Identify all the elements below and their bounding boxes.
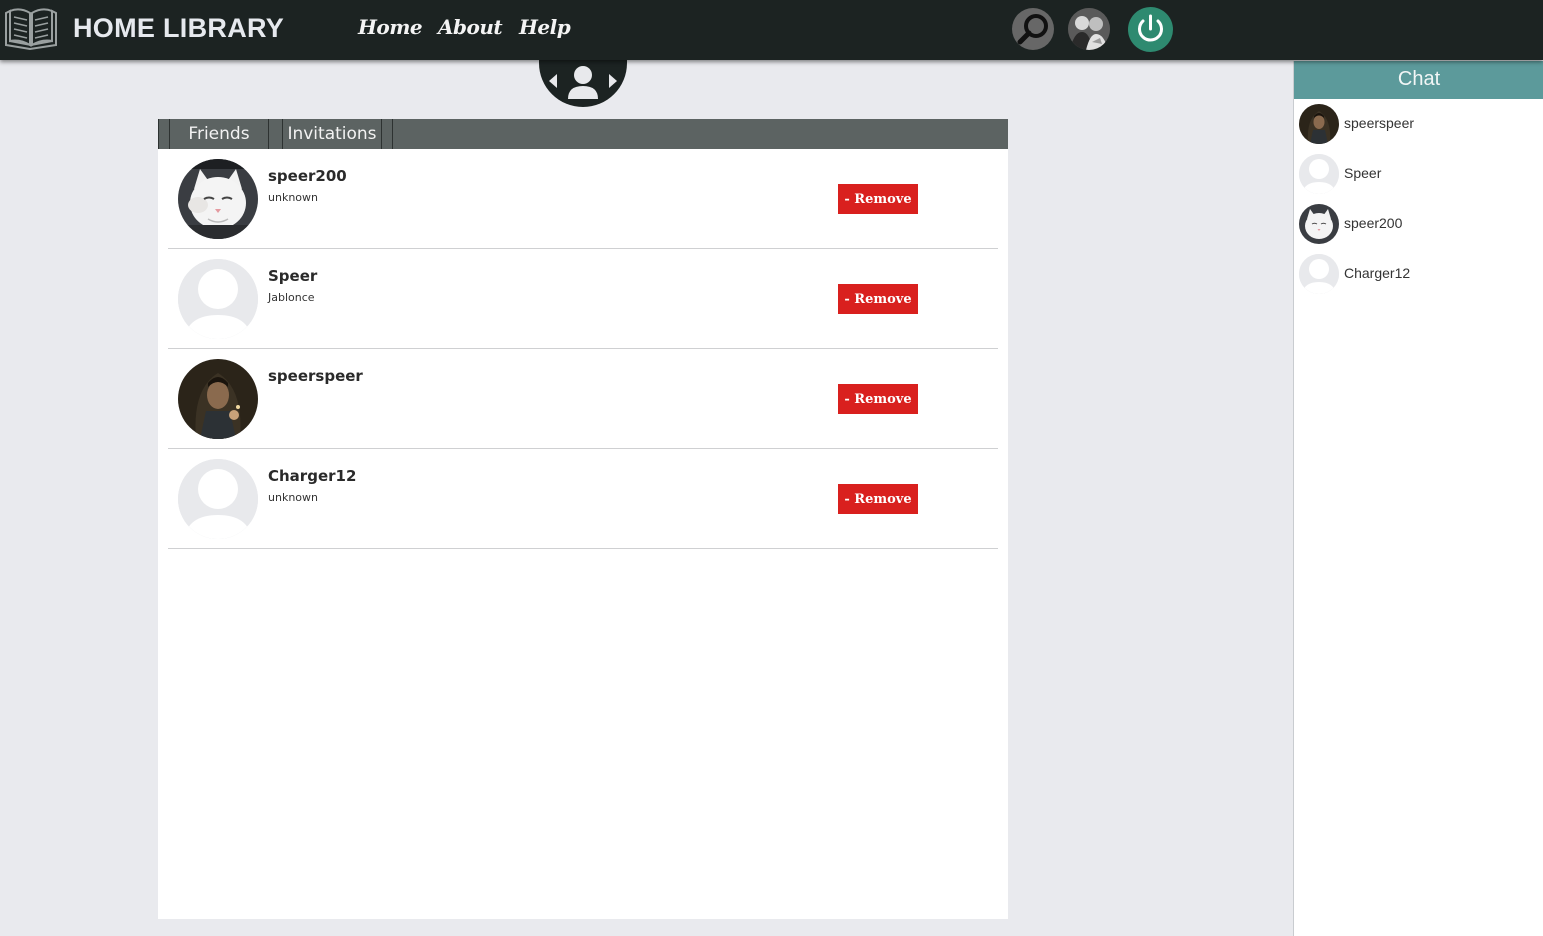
chat-user-name: Charger12 [1344, 265, 1411, 281]
chat-user-avatar [1299, 104, 1339, 144]
friend-name[interactable]: speer200 [268, 167, 347, 185]
friend-row: speer200 unknown - Remove [168, 149, 998, 249]
top-navbar: HOME LIBRARY Home About Help [0, 0, 1543, 60]
remove-friend-button[interactable]: - Remove [838, 184, 918, 214]
friend-avatar[interactable] [178, 259, 258, 339]
chat-user-name: speer200 [1344, 215, 1403, 231]
hooded-figure-photo [178, 359, 258, 439]
friend-name[interactable]: Charger12 [268, 467, 356, 485]
nav-about-link[interactable]: About [438, 15, 503, 39]
remove-friend-button[interactable]: - Remove [838, 284, 918, 314]
search-icon [1017, 14, 1048, 45]
default-avatar [178, 259, 258, 339]
friend-row: Speer Jablonce - Remove [168, 249, 998, 349]
tab-divider [392, 119, 393, 149]
chat-user-item[interactable]: Speer [1294, 150, 1543, 198]
chat-user-item[interactable]: Charger12 [1294, 250, 1543, 298]
friend-location: unknown [268, 491, 318, 504]
nav-home-link[interactable]: Home [358, 15, 423, 39]
friend-location: Jablonce [268, 291, 315, 304]
chat-user-item[interactable]: speerspeer [1294, 100, 1543, 148]
friend-avatar[interactable] [178, 359, 258, 439]
chat-user-avatar [1299, 154, 1339, 194]
kitten-photo [1299, 204, 1339, 244]
user-avatar-button[interactable] [1068, 8, 1110, 50]
friend-row: speerspeer - Remove [168, 349, 998, 449]
chat-sidebar: Chat speerspeer Speer speer200 Charger12 [1293, 61, 1543, 936]
tab-invitations[interactable]: Invitations [282, 119, 382, 149]
default-avatar [178, 459, 258, 539]
default-avatar [1299, 154, 1339, 194]
friend-name[interactable]: speerspeer [268, 367, 363, 385]
chat-user-avatar [1299, 254, 1339, 294]
friend-name[interactable]: Speer [268, 267, 317, 285]
tabs-bar: Friends Invitations [158, 119, 1008, 149]
book-logo-icon[interactable] [2, 5, 60, 51]
chat-user-name: Speer [1344, 165, 1382, 181]
remove-friend-button[interactable]: - Remove [838, 484, 918, 514]
tab-divider [158, 119, 159, 149]
kitten-photo [178, 159, 258, 239]
chat-header[interactable]: Chat [1294, 61, 1543, 99]
logout-button[interactable] [1128, 7, 1173, 52]
friend-avatar[interactable] [178, 459, 258, 539]
tab-friends[interactable]: Friends [169, 119, 269, 149]
hooded-figure-photo [1299, 104, 1339, 144]
remove-friend-button[interactable]: - Remove [838, 384, 918, 414]
nav-help-link[interactable]: Help [519, 15, 571, 39]
friend-location: unknown [268, 191, 318, 204]
chat-user-item[interactable]: speer200 [1294, 200, 1543, 248]
user-avatar [1068, 8, 1110, 50]
friends-panel: Friends Invitations speer200 unknown - R… [158, 119, 1008, 919]
chat-user-avatar [1299, 204, 1339, 244]
friend-row: Charger12 unknown - Remove [168, 449, 998, 549]
friend-avatar[interactable] [178, 159, 258, 239]
default-avatar [1299, 254, 1339, 294]
chat-user-name: speerspeer [1344, 115, 1415, 131]
power-icon [1138, 14, 1163, 42]
search-button[interactable] [1012, 8, 1054, 50]
app-title[interactable]: HOME LIBRARY [73, 13, 284, 44]
